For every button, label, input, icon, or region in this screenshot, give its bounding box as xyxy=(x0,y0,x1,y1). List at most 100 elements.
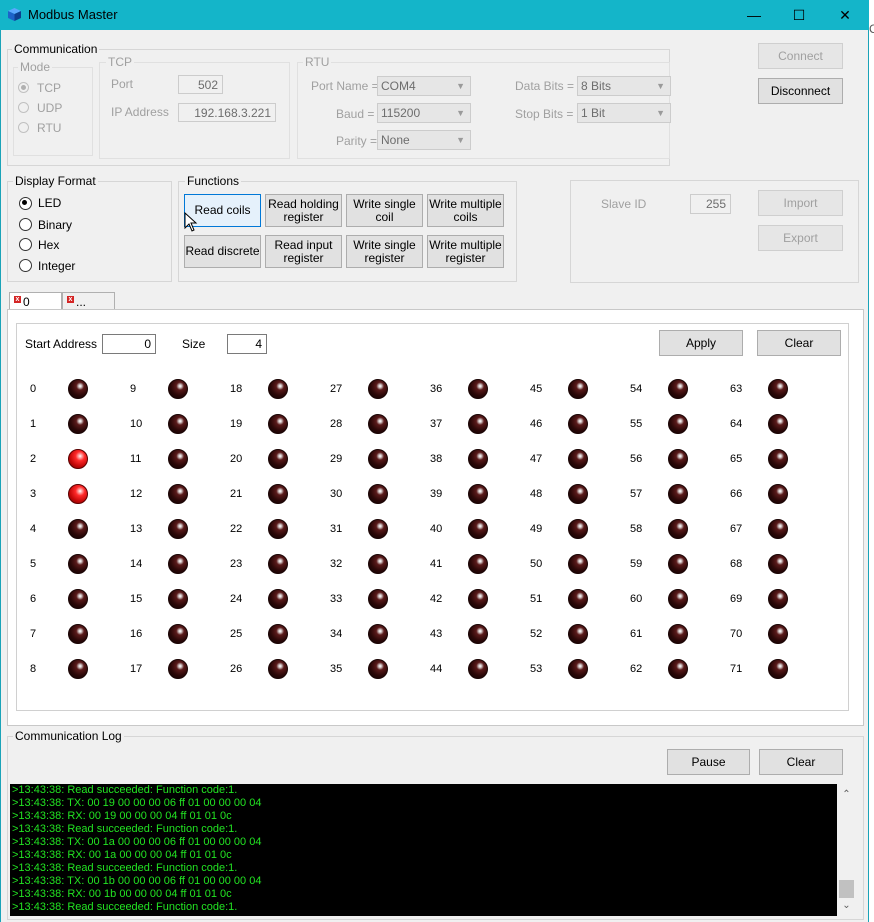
coil-led-61[interactable] xyxy=(668,624,688,644)
write-single-register-button[interactable]: Write single register xyxy=(346,235,423,268)
coil-led-24[interactable] xyxy=(268,589,288,609)
coil-led-26[interactable] xyxy=(268,659,288,679)
coil-led-43[interactable] xyxy=(468,624,488,644)
coil-led-22[interactable] xyxy=(268,519,288,539)
coil-led-35[interactable] xyxy=(368,659,388,679)
coil-led-48[interactable] xyxy=(568,484,588,504)
read-input-register-button[interactable]: Read input register xyxy=(265,235,342,268)
coil-led-14[interactable] xyxy=(168,554,188,574)
coil-led-46[interactable] xyxy=(568,414,588,434)
coil-led-59[interactable] xyxy=(668,554,688,574)
coil-led-65[interactable] xyxy=(768,449,788,469)
coil-led-28[interactable] xyxy=(368,414,388,434)
coil-led-55[interactable] xyxy=(668,414,688,434)
close-button[interactable]: ✕ xyxy=(822,0,868,30)
apply-button[interactable]: Apply xyxy=(659,330,743,356)
tab-0[interactable]: x 0 xyxy=(9,292,62,310)
minimize-button[interactable]: — xyxy=(731,0,777,30)
coil-led-13[interactable] xyxy=(168,519,188,539)
disconnect-button[interactable]: Disconnect xyxy=(758,78,843,104)
clear-coils-button[interactable]: Clear xyxy=(757,330,841,356)
export-button[interactable]: Export xyxy=(758,225,843,251)
coil-led-21[interactable] xyxy=(268,484,288,504)
data-bits-select[interactable]: 8 Bits ▼ xyxy=(577,76,671,96)
coil-led-54[interactable] xyxy=(668,379,688,399)
write-single-coil-button[interactable]: Write single coil xyxy=(346,194,423,227)
coil-led-60[interactable] xyxy=(668,589,688,609)
coil-led-32[interactable] xyxy=(368,554,388,574)
coil-led-19[interactable] xyxy=(268,414,288,434)
coil-led-31[interactable] xyxy=(368,519,388,539)
coil-led-27[interactable] xyxy=(368,379,388,399)
scroll-thumb[interactable] xyxy=(839,880,854,898)
parity-select[interactable]: None ▼ xyxy=(377,130,471,150)
format-binary-radio[interactable] xyxy=(19,218,32,231)
start-address-input[interactable]: 0 xyxy=(102,334,156,354)
coil-led-36[interactable] xyxy=(468,379,488,399)
log-scrollbar[interactable]: ⌃ ⌄ xyxy=(837,784,856,916)
coil-led-57[interactable] xyxy=(668,484,688,504)
coil-led-51[interactable] xyxy=(568,589,588,609)
coil-led-50[interactable] xyxy=(568,554,588,574)
slave-id-field[interactable]: 255 xyxy=(690,194,731,214)
port-name-select[interactable]: COM4 ▼ xyxy=(377,76,471,96)
coil-led-25[interactable] xyxy=(268,624,288,644)
coil-led-30[interactable] xyxy=(368,484,388,504)
coil-led-7[interactable] xyxy=(68,624,88,644)
size-input[interactable]: 4 xyxy=(227,334,267,354)
maximize-button[interactable]: ☐ xyxy=(776,0,822,30)
coil-led-33[interactable] xyxy=(368,589,388,609)
coil-led-70[interactable] xyxy=(768,624,788,644)
coil-led-56[interactable] xyxy=(668,449,688,469)
scroll-down-icon[interactable]: ⌄ xyxy=(837,897,856,914)
connect-button[interactable]: Connect xyxy=(758,43,843,69)
coil-led-23[interactable] xyxy=(268,554,288,574)
coil-led-58[interactable] xyxy=(668,519,688,539)
tab-more[interactable]: x ... xyxy=(62,292,115,310)
scroll-up-icon[interactable]: ⌃ xyxy=(837,786,856,803)
close-tab-icon[interactable]: x xyxy=(67,296,74,303)
write-multiple-register-button[interactable]: Write multiple register xyxy=(427,235,504,268)
write-multiple-coils-button[interactable]: Write multiple coils xyxy=(427,194,504,227)
coil-led-9[interactable] xyxy=(168,379,188,399)
ip-address-field[interactable]: 192.168.3.221 xyxy=(178,103,276,122)
coil-led-29[interactable] xyxy=(368,449,388,469)
coil-led-16[interactable] xyxy=(168,624,188,644)
coil-led-11[interactable] xyxy=(168,449,188,469)
format-integer-radio[interactable] xyxy=(19,259,32,272)
coil-led-40[interactable] xyxy=(468,519,488,539)
coil-led-64[interactable] xyxy=(768,414,788,434)
baud-select[interactable]: 115200 ▼ xyxy=(377,103,471,123)
coil-led-44[interactable] xyxy=(468,659,488,679)
mode-tcp-radio[interactable] xyxy=(18,82,29,93)
coil-led-39[interactable] xyxy=(468,484,488,504)
port-field[interactable]: 502 xyxy=(178,75,223,94)
coil-led-5[interactable] xyxy=(68,554,88,574)
coil-led-42[interactable] xyxy=(468,589,488,609)
coil-led-0[interactable] xyxy=(68,379,88,399)
coil-led-37[interactable] xyxy=(468,414,488,434)
clear-log-button[interactable]: Clear xyxy=(759,749,843,775)
coil-led-1[interactable] xyxy=(68,414,88,434)
mode-rtu-radio[interactable] xyxy=(18,122,29,133)
coil-led-71[interactable] xyxy=(768,659,788,679)
coil-led-4[interactable] xyxy=(68,519,88,539)
coil-led-68[interactable] xyxy=(768,554,788,574)
coil-led-69[interactable] xyxy=(768,589,788,609)
close-tab-icon[interactable]: x xyxy=(14,296,21,303)
read-discrete-button[interactable]: Read discrete xyxy=(184,235,261,268)
coil-led-17[interactable] xyxy=(168,659,188,679)
coil-led-66[interactable] xyxy=(768,484,788,504)
coil-led-3[interactable] xyxy=(68,484,88,504)
coil-led-45[interactable] xyxy=(568,379,588,399)
log-output[interactable]: >13:43:38: Read succeeded: Function code… xyxy=(10,784,856,916)
title-bar[interactable]: Modbus Master — ☐ ✕ xyxy=(0,0,869,30)
coil-led-15[interactable] xyxy=(168,589,188,609)
coil-led-6[interactable] xyxy=(68,589,88,609)
coil-led-62[interactable] xyxy=(668,659,688,679)
coil-led-53[interactable] xyxy=(568,659,588,679)
coil-led-47[interactable] xyxy=(568,449,588,469)
coil-led-38[interactable] xyxy=(468,449,488,469)
coil-led-10[interactable] xyxy=(168,414,188,434)
format-hex-radio[interactable] xyxy=(19,238,32,251)
